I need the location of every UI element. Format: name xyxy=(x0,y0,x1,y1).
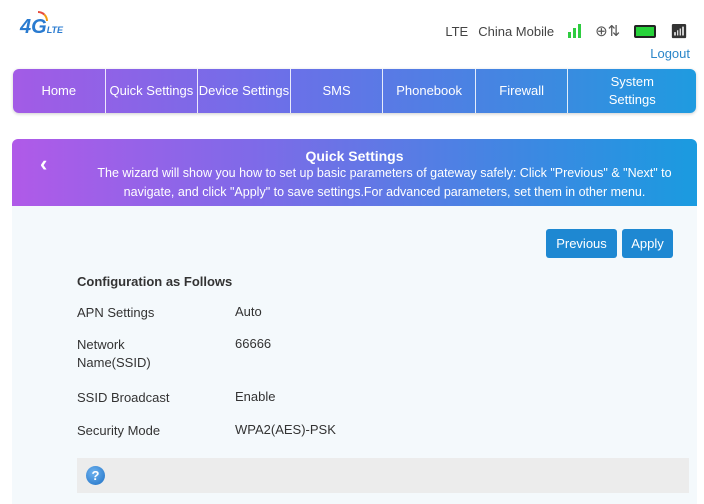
logout-link[interactable]: Logout xyxy=(650,46,690,61)
nav-device-settings[interactable]: Device Settings xyxy=(198,69,291,113)
content-panel: Previous Apply Configuration as Follows … xyxy=(12,206,697,504)
back-chevron-icon[interactable]: ‹ xyxy=(40,151,47,177)
carrier-name: China Mobile xyxy=(478,23,555,39)
status-bar: LTE China Mobile ⊕⇅ 📶︎ xyxy=(445,22,688,41)
apply-button[interactable]: Apply xyxy=(622,229,673,258)
config-label: SSID Broadcast xyxy=(77,390,170,405)
config-value: Auto xyxy=(235,304,262,319)
config-heading: Configuration as Follows xyxy=(77,274,233,289)
nav-quick-settings[interactable]: Quick Settings xyxy=(106,69,199,113)
config-label: APN Settings xyxy=(77,305,155,320)
main-nav: Home Quick Settings Device Settings SMS … xyxy=(13,69,696,113)
page-title: Quick Settings xyxy=(305,148,404,164)
config-label: Network Name(SSID) xyxy=(77,337,151,370)
config-label: Security Mode xyxy=(77,423,161,438)
nav-sms[interactable]: SMS xyxy=(291,69,384,113)
nav-firewall[interactable]: Firewall xyxy=(476,69,569,113)
help-bar: ? xyxy=(77,458,689,493)
config-value: WPA2(AES)-PSK xyxy=(235,422,336,437)
help-icon[interactable]: ? xyxy=(86,466,105,485)
battery-icon xyxy=(634,24,657,38)
wifi-icon: 📶︎ xyxy=(670,22,688,39)
signal-icon xyxy=(568,24,582,38)
config-value: Enable xyxy=(235,389,276,404)
wizard-header: ‹ Quick Settings The wizard will show yo… xyxy=(12,139,697,206)
nav-phonebook[interactable]: Phonebook xyxy=(383,69,476,113)
logo: 4GLTE xyxy=(20,11,63,39)
network-type: LTE xyxy=(445,23,469,39)
nav-system-settings[interactable]: System Settings xyxy=(568,69,696,113)
previous-button[interactable]: Previous xyxy=(546,229,617,258)
config-value: 66666 xyxy=(235,336,272,351)
globe-data-icon: ⊕⇅ xyxy=(595,23,621,40)
nav-home[interactable]: Home xyxy=(13,69,106,113)
wizard-description: The wizard will show you how to set up b… xyxy=(97,166,672,199)
